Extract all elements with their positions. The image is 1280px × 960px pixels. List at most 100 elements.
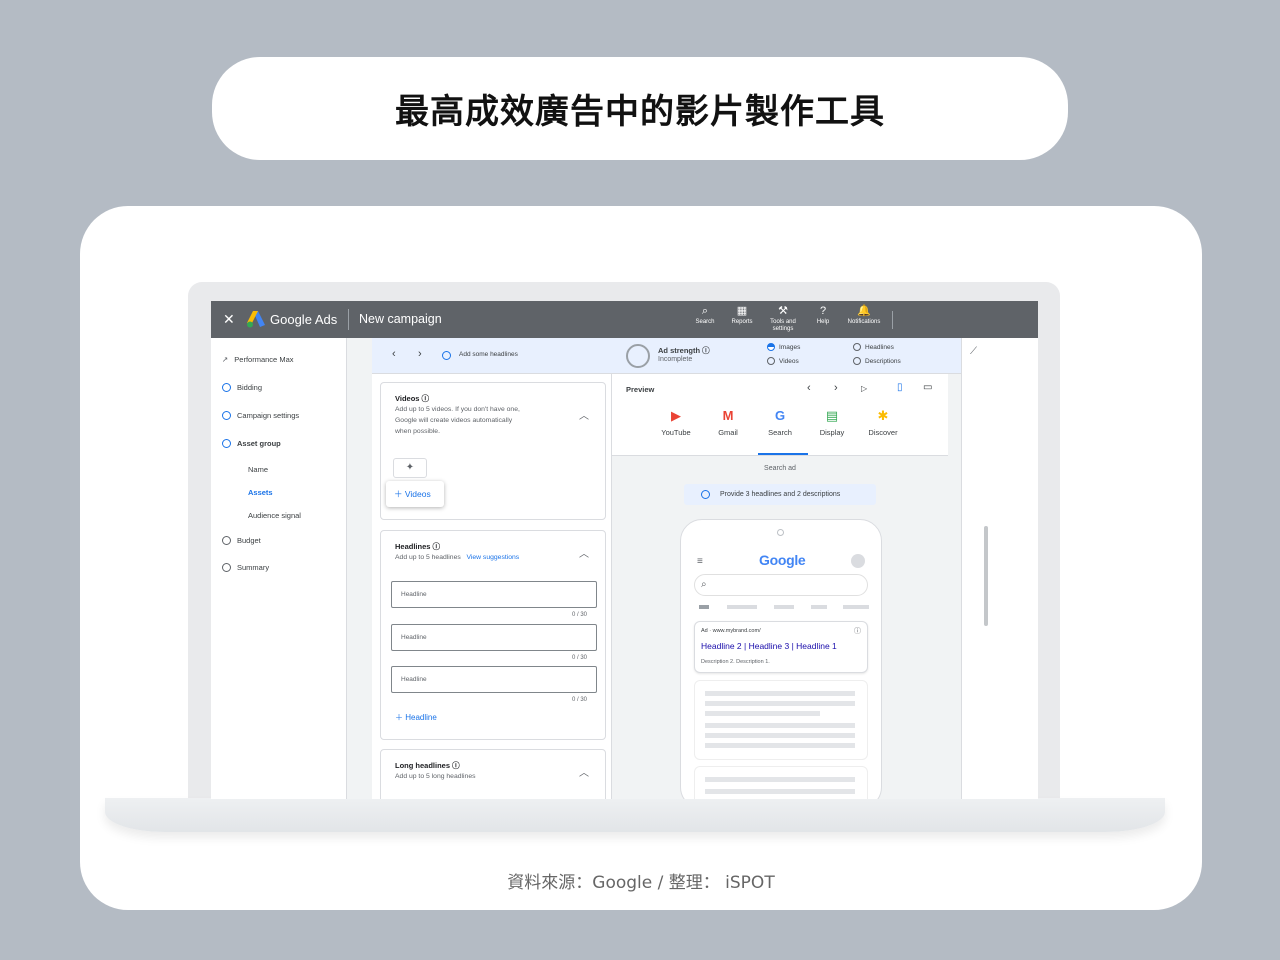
ad-strength-title: Ad strength ⓘ [658, 346, 710, 355]
help-icon: ? [819, 305, 827, 317]
half-circle-icon [767, 343, 775, 351]
add-videos-button[interactable]: ＋ Videos [386, 481, 444, 507]
display-icon: ▤ [825, 408, 839, 423]
sidebar-item-bidding[interactable]: Bidding [222, 383, 262, 392]
circle-icon [222, 536, 231, 545]
ad-headline: Headline 2 | Headline 3 | Headline 1 [701, 641, 837, 651]
headlines-section: Headlines ⓘ Add up to 5 headlines View s… [380, 530, 606, 740]
campaign-title: New campaign [359, 312, 442, 326]
wrench-icon: ⚒ [778, 305, 788, 317]
brand-name: Google Ads [270, 312, 338, 327]
avatar [851, 554, 865, 568]
headline-input-2[interactable]: Headline [391, 624, 597, 651]
trend-icon[interactable]: ⟋ [970, 346, 977, 357]
circle-icon [767, 357, 775, 365]
sidebar-item-asset-group[interactable]: Asset group [222, 439, 281, 448]
sidebar-sub-audience-signal[interactable]: Audience signal [248, 511, 301, 520]
play-icon[interactable]: ▷ [861, 384, 867, 393]
circle-icon [853, 343, 861, 351]
notice-banner: Provide 3 headlines and 2 descriptions [684, 484, 876, 505]
headline-input-1[interactable]: Headline [391, 581, 597, 608]
phone-tabs [699, 605, 869, 609]
skeleton-bar [705, 701, 855, 706]
google-g-icon: G [774, 408, 786, 423]
desktop-icon[interactable]: ▭ [923, 382, 932, 393]
add-headline-button[interactable]: ＋ Headline [395, 712, 437, 723]
circle-icon [853, 357, 861, 365]
long-headlines-desc: Add up to 5 long headlines [395, 773, 476, 780]
ad-url: Ad · www.mybrand.com/ [701, 628, 761, 634]
reports-button[interactable]: ▦ Reports [727, 305, 757, 326]
checklist-descriptions: Descriptions [853, 357, 901, 365]
channel-discover[interactable]: ✱ Discover [863, 408, 903, 437]
phone-mockup: ≡ Google ⌕ Ad · www.mybrand.com/ ⓘ Headl… [680, 519, 882, 799]
page-title: 最高成效廣告中的影片製作工具 [395, 92, 885, 132]
result-placeholder [694, 680, 868, 760]
result-placeholder [694, 766, 868, 799]
char-count: 0 / 30 [571, 612, 587, 618]
channel-gmail[interactable]: M Gmail [708, 408, 748, 437]
preview-panel: Preview ‹ › ▷ ▯ ▭ ▶ YouTube M Gmail G Searc… [612, 374, 948, 799]
chevron-left-icon[interactable]: ‹ [392, 348, 396, 360]
headline-input-3[interactable]: Headline [391, 666, 597, 693]
sparkle-button[interactable]: ✦ [393, 458, 427, 478]
channel-youtube[interactable]: ▶ YouTube [656, 408, 696, 437]
step-bar: ‹ › Add some headlines Ad strength ⓘ Inc… [372, 338, 962, 374]
channel-display[interactable]: ▤ Display [812, 408, 852, 437]
preview-header: Preview ‹ › ▷ ▯ ▭ ▶ YouTube M Gmail G Searc… [612, 374, 948, 456]
preview-title: Preview [626, 385, 655, 394]
scrollbar[interactable] [984, 526, 988, 626]
help-button[interactable]: ? Help [811, 305, 835, 326]
long-headlines-section: Long headlines ⓘ Add up to 5 long headli… [380, 749, 606, 799]
active-tab-indicator [758, 453, 808, 455]
chevron-up-icon[interactable]: ︿ [579, 545, 589, 560]
bell-icon: 🔔 [857, 305, 871, 317]
asset-editor-column: Videos ⓘ Add up to 5 videos. If you don'… [372, 374, 612, 799]
chevron-right-icon[interactable]: › [834, 382, 838, 394]
menu-icon: ≡ [697, 556, 703, 567]
chevron-right-icon[interactable]: › [418, 348, 422, 360]
tools-settings-button[interactable]: ⚒ Tools and settings [765, 305, 801, 333]
page-title-banner: 最高成效廣告中的影片製作工具 [212, 57, 1068, 160]
sidebar-item-budget[interactable]: Budget [222, 536, 261, 545]
preview-body: Search ad Provide 3 headlines and 2 desc… [612, 456, 948, 799]
sidebar-item-summary[interactable]: Summary [222, 563, 269, 572]
main-content: ‹ › Add some headlines Ad strength ⓘ Inc… [347, 338, 962, 799]
divider [892, 311, 893, 329]
search-ad-card: Ad · www.mybrand.com/ ⓘ Headline 2 | Hea… [694, 621, 868, 673]
search-ad-label: Search ad [764, 465, 796, 472]
info-icon [442, 351, 451, 360]
notifications-button[interactable]: 🔔 Notifications [841, 305, 887, 326]
google-ads-screen: ✕ Google Ads New campaign ⌕ Search ▦ Rep… [211, 301, 1038, 799]
discover-icon: ✱ [877, 408, 889, 423]
view-suggestions-link[interactable]: View suggestions [466, 554, 519, 561]
chevron-up-icon[interactable]: ︿ [579, 407, 589, 422]
tab-placeholder [843, 605, 869, 609]
sidebar-sub-name[interactable]: Name [248, 465, 268, 474]
videos-title: Videos ⓘ [395, 394, 430, 403]
mobile-icon[interactable]: ▯ [897, 382, 903, 393]
trend-icon: ↗ [222, 355, 229, 364]
info-icon: ⓘ [854, 628, 861, 635]
ad-strength-value: Incomplete [658, 356, 693, 363]
youtube-icon: ▶ [671, 408, 681, 423]
laptop-base [105, 798, 1165, 832]
skeleton-bar [705, 691, 855, 696]
step-hint: Add some headlines [459, 351, 518, 358]
sidebar-item-campaign-settings[interactable]: Campaign settings [222, 411, 299, 420]
chevron-up-icon[interactable]: ︿ [579, 764, 589, 779]
headlines-title: Headlines ⓘ [395, 542, 441, 551]
search-button[interactable]: ⌕ Search [691, 305, 719, 326]
videos-desc-line3: when possible. [395, 428, 440, 435]
sidebar-header: ↗ Performance Max [222, 355, 294, 364]
channel-search[interactable]: G Search [760, 408, 800, 437]
gmail-icon: M [722, 408, 734, 423]
search-icon: ⌕ [701, 305, 709, 317]
google-ads-logo-icon [247, 311, 265, 328]
chevron-left-icon[interactable]: ‹ [807, 382, 811, 394]
source-caption: 資料來源：Google / 整理： iSPOT [507, 873, 775, 893]
sidebar-sub-assets[interactable]: Assets [248, 488, 273, 497]
tab-placeholder [727, 605, 757, 609]
close-icon[interactable]: ✕ [223, 311, 235, 328]
skeleton-bar [705, 789, 855, 794]
